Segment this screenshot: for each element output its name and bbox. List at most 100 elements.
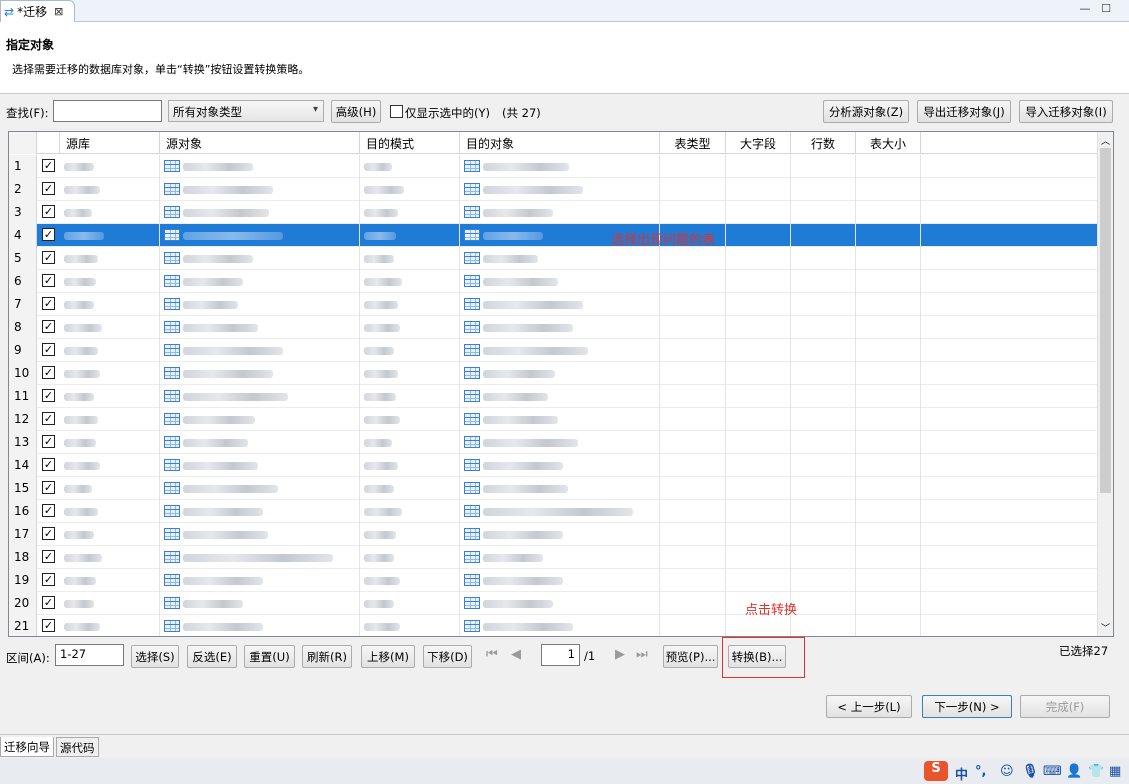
table-row[interactable]: 10 ✓ — [9, 362, 1097, 385]
grid-cell — [660, 201, 726, 224]
table-row[interactable]: 12 ✓ — [9, 408, 1097, 431]
find-input[interactable] — [53, 100, 162, 122]
col-source-object[interactable]: 源对象 — [160, 132, 360, 154]
row-checkbox[interactable]: ✓ — [42, 182, 55, 195]
col-row-count[interactable]: 行数 — [791, 132, 856, 154]
maximize-button[interactable]: ☐ — [1100, 3, 1112, 15]
table-row[interactable]: 6 ✓ — [9, 270, 1097, 293]
move-up-button[interactable]: 上移(M) — [361, 645, 415, 668]
prev-step-button[interactable]: < 上一步(L) — [826, 695, 912, 718]
row-checkbox[interactable]: ✓ — [42, 205, 55, 218]
row-checkbox[interactable]: ✓ — [42, 159, 55, 172]
close-icon[interactable]: ⊠ — [54, 5, 63, 18]
table-row[interactable]: 2 ✓ — [9, 178, 1097, 201]
table-row[interactable]: 15 ✓ — [9, 477, 1097, 500]
row-checkbox[interactable]: ✓ — [42, 251, 55, 264]
prev-page-icon[interactable]: ◀ — [511, 647, 521, 662]
row-checkbox[interactable]: ✓ — [42, 274, 55, 287]
row-checkbox[interactable]: ✓ — [42, 343, 55, 356]
advanced-button[interactable]: 高级(H) — [331, 100, 381, 123]
row-checkbox[interactable]: ✓ — [42, 320, 55, 333]
table-row[interactable]: 13 ✓ — [9, 431, 1097, 454]
table-row[interactable]: 14 ✓ — [9, 454, 1097, 477]
grid-cell — [856, 477, 921, 500]
scroll-up-icon[interactable]: ︿ — [1101, 134, 1110, 147]
redacted-text — [183, 300, 238, 309]
table-row[interactable]: 16 ✓ — [9, 500, 1097, 523]
grid-cell — [160, 339, 360, 362]
row-checkbox[interactable]: ✓ — [42, 412, 55, 425]
minimize-button[interactable]: — — [1079, 3, 1091, 15]
keyboard-icon[interactable]: ⌨ — [1043, 764, 1062, 779]
reset-button[interactable]: 重置(U) — [244, 645, 295, 668]
select-button[interactable]: 选择(S) — [131, 645, 179, 668]
analyze-source-button[interactable]: 分析源对象(Z) — [823, 100, 909, 123]
table-row[interactable]: 4 ✓ — [9, 224, 1097, 247]
table-row[interactable]: 11 ✓ — [9, 385, 1097, 408]
row-checkbox[interactable]: ✓ — [42, 504, 55, 517]
col-target-schema[interactable]: 目的模式 — [360, 132, 460, 154]
table-row[interactable]: 17 ✓ — [9, 523, 1097, 546]
page-input[interactable]: 1 — [541, 644, 580, 666]
row-checkbox[interactable]: ✓ — [42, 435, 55, 448]
row-checkbox[interactable]: ✓ — [42, 458, 55, 471]
col-target-object[interactable]: 目的对象 — [460, 132, 660, 154]
move-down-button[interactable]: 下移(D) — [423, 645, 472, 668]
microphone-icon[interactable]: 🎙 — [1022, 764, 1039, 779]
table-row[interactable]: 1 ✓ — [9, 155, 1097, 178]
sogou-logo[interactable]: S — [924, 761, 948, 781]
scrollbar-thumb[interactable] — [1100, 148, 1111, 493]
refresh-button[interactable]: 刷新(R) — [302, 645, 352, 668]
toolbox-icon[interactable]: ▦ — [1109, 764, 1121, 779]
grid-cell — [460, 178, 660, 201]
next-page-icon[interactable]: ▶ — [615, 647, 625, 662]
next-step-button[interactable]: 下一步(N) > — [922, 695, 1012, 718]
finish-button[interactable]: 完成(F) — [1020, 695, 1110, 718]
tab-source-code[interactable]: 源代码 — [56, 737, 99, 757]
tab-migration[interactable]: ⇄ *迁移 ⊠ — [0, 0, 75, 22]
table-row[interactable]: 20 ✓ — [9, 592, 1097, 615]
import-objects-button[interactable]: 导入迁移对象(I) — [1019, 100, 1113, 123]
table-row[interactable]: 3 ✓ — [9, 201, 1097, 224]
row-checkbox[interactable]: ✓ — [42, 619, 55, 632]
invert-button[interactable]: 反选(E) — [187, 645, 237, 668]
table-row[interactable]: 7 ✓ — [9, 293, 1097, 316]
punctuation-icon[interactable]: °, — [975, 764, 986, 779]
first-page-icon[interactable]: ⏮ — [486, 647, 498, 662]
scroll-down-icon[interactable]: ﹀ — [1101, 621, 1110, 634]
col-lob[interactable]: 大字段 — [726, 132, 791, 154]
table-row[interactable]: 8 ✓ — [9, 316, 1097, 339]
row-checkbox[interactable]: ✓ — [42, 389, 55, 402]
row-checkbox[interactable]: ✓ — [42, 481, 55, 494]
tab-migration-wizard[interactable]: 迁移向导 — [0, 737, 54, 757]
vertical-scrollbar[interactable]: ︿ ﹀ — [1097, 132, 1113, 636]
only-selected-checkbox[interactable] — [390, 105, 403, 118]
ime-mode[interactable]: 中 — [955, 764, 968, 783]
col-table-size[interactable]: 表大小 — [856, 132, 921, 154]
col-source-db[interactable]: 源库 — [60, 132, 160, 154]
grid-cell — [360, 500, 460, 523]
range-input[interactable]: 1-27 — [55, 644, 124, 666]
last-page-icon[interactable]: ⏭ — [636, 647, 648, 662]
table-row[interactable]: 18 ✓ — [9, 546, 1097, 569]
user-icon[interactable]: 👤 — [1066, 764, 1082, 779]
row-checkbox[interactable]: ✓ — [42, 573, 55, 586]
grid-cell — [726, 224, 791, 247]
emoji-icon[interactable]: ☺ — [1000, 764, 1014, 779]
row-checkbox[interactable]: ✓ — [42, 228, 55, 241]
table-row[interactable]: 19 ✓ — [9, 569, 1097, 592]
row-checkbox[interactable]: ✓ — [42, 297, 55, 310]
grid-cell — [60, 615, 160, 636]
preview-button[interactable]: 预览(P)... — [663, 645, 718, 668]
skin-icon[interactable]: 👕 — [1088, 764, 1104, 779]
col-table-type[interactable]: 表类型 — [660, 132, 726, 154]
table-row[interactable]: 21 ✓ — [9, 615, 1097, 636]
export-objects-button[interactable]: 导出迁移对象(J) — [917, 100, 1011, 123]
table-row[interactable]: 9 ✓ — [9, 339, 1097, 362]
row-checkbox[interactable]: ✓ — [42, 366, 55, 379]
table-row[interactable]: 5 ✓ — [9, 247, 1097, 270]
row-checkbox[interactable]: ✓ — [42, 596, 55, 609]
row-checkbox[interactable]: ✓ — [42, 550, 55, 563]
row-checkbox[interactable]: ✓ — [42, 527, 55, 540]
object-type-select[interactable]: 所有对象类型 ▾ — [168, 100, 324, 122]
